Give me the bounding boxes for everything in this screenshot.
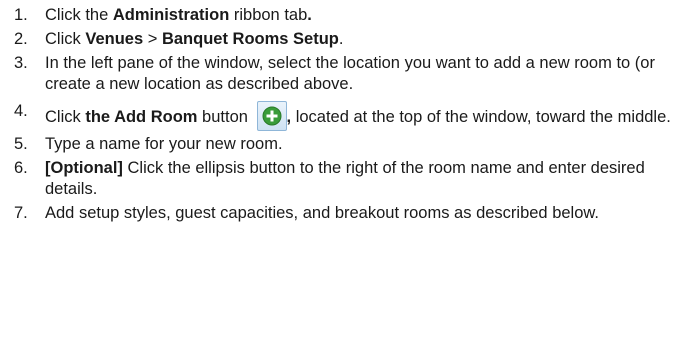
optional-tag: [Optional] xyxy=(45,159,123,177)
step-number: 3. xyxy=(14,54,28,72)
ribbon-tab-name: Administration xyxy=(112,6,230,24)
step-7: 7. Add setup styles, guest capacities, a… xyxy=(14,203,688,224)
step-text: Click the Add Room button , located at t… xyxy=(45,101,688,131)
step-5: 5. Type a name for your new room. xyxy=(14,134,688,155)
step-text: [Optional] Click the ellipsis button to … xyxy=(45,159,645,198)
step-text: Type a name for your new room. xyxy=(45,135,283,153)
add-room-button-name: the Add Room xyxy=(85,108,198,126)
menu-name-venues: Venues xyxy=(85,30,144,48)
plus-circle-icon xyxy=(262,106,282,126)
step-text: Click the Administration ribbon tab. xyxy=(45,6,312,24)
step-number: 2. xyxy=(14,30,28,48)
step-2: 2. Click Venues > Banquet Rooms Setup. xyxy=(14,29,688,50)
step-number: 4. xyxy=(14,102,28,120)
steps-list: 1. Click the Administration ribbon tab. … xyxy=(14,5,688,224)
instruction-document: 1. Click the Administration ribbon tab. … xyxy=(0,0,692,339)
menu-name-banquet-rooms-setup: Banquet Rooms Setup xyxy=(161,30,339,48)
step-3: 3. In the left pane of the window, selec… xyxy=(14,53,688,95)
step-6: 6. [Optional] Click the ellipsis button … xyxy=(14,158,688,200)
step-number: 6. xyxy=(14,159,28,177)
step-1: 1. Click the Administration ribbon tab. xyxy=(14,5,688,26)
step-text: In the left pane of the window, select t… xyxy=(45,54,655,93)
step-text: Add setup styles, guest capacities, and … xyxy=(45,204,599,222)
step-4: 4. Click the Add Room button , located a… xyxy=(14,101,688,131)
step-number: 1. xyxy=(14,6,28,24)
add-room-plus-icon xyxy=(256,101,287,131)
step-text: Click Venues > Banquet Rooms Setup. xyxy=(45,30,344,48)
step-number: 5. xyxy=(14,135,28,153)
step-number: 7. xyxy=(14,204,28,222)
